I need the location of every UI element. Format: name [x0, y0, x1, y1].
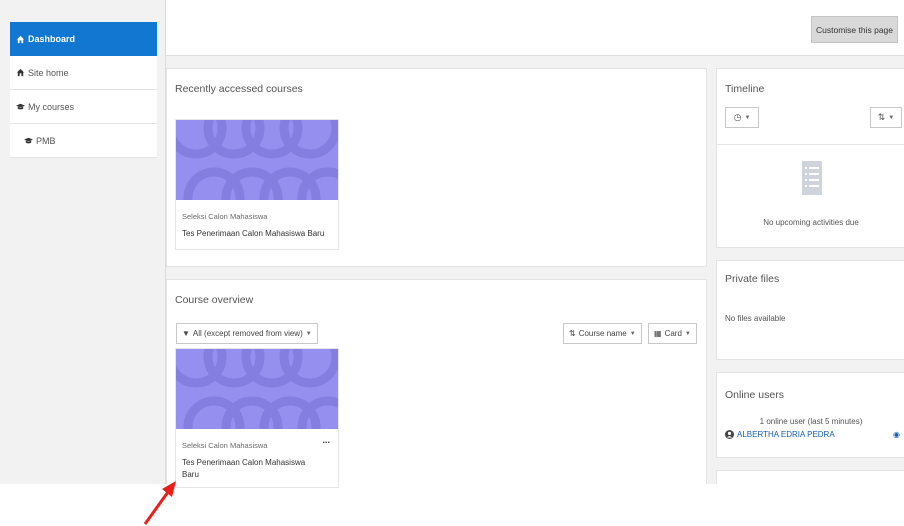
- divider: [717, 144, 904, 145]
- dashboard-page: Dashboard Site home My courses PMB Custo…: [0, 0, 904, 488]
- sort-label: Course name: [578, 329, 627, 338]
- course-card[interactable]: Seleksi Calon Mahasiswa ... Tes Penerima…: [175, 348, 339, 488]
- block-title: Recently accessed courses: [175, 83, 303, 95]
- home-icon: [16, 68, 25, 77]
- filter-dropdown[interactable]: ▼ All (except removed from view) ▼: [176, 323, 318, 344]
- sidebar-nav: Dashboard Site home My courses PMB: [10, 22, 157, 158]
- graduation-cap-icon: [24, 136, 33, 145]
- grid-icon: ▦: [654, 329, 662, 338]
- block-title: Private files: [725, 273, 780, 285]
- timeline-empty-text: No upcoming activities due: [763, 218, 859, 227]
- sort-icon: ⇅: [569, 329, 576, 338]
- chevron-down-icon: ▼: [684, 330, 691, 337]
- sidebar: Dashboard Site home My courses PMB: [10, 0, 166, 484]
- sidebar-item-label: Dashboard: [28, 34, 76, 44]
- online-users-summary: 1 online user (last 5 minutes): [759, 417, 863, 426]
- eye-icon[interactable]: ◉: [893, 430, 900, 439]
- view-label: Card: [664, 329, 682, 338]
- online-user-link[interactable]: ALBERTHA EDRIA PEDRA: [737, 430, 835, 439]
- empty-list-icon: [802, 161, 822, 195]
- filter-icon: ▼: [182, 329, 190, 338]
- next-block: [716, 470, 904, 484]
- view-dropdown[interactable]: ▦ Card ▼: [648, 323, 697, 344]
- customise-page-button[interactable]: Customise this page: [811, 16, 898, 43]
- course-actions-menu[interactable]: ...: [322, 435, 330, 445]
- course-image: [176, 120, 338, 200]
- dashboard-icon: [16, 35, 25, 44]
- filter-label: All (except removed from view): [192, 329, 303, 338]
- course-name-line: Tes Penerimaan Calon Mahasiswa: [182, 458, 306, 467]
- course-category: Seleksi Calon Mahasiswa: [182, 441, 268, 450]
- block-title: Course overview: [175, 294, 254, 306]
- sidebar-item-label: My courses: [28, 101, 75, 112]
- timeline-sort-dropdown[interactable]: ⇅ ▼: [870, 107, 902, 128]
- course-card[interactable]: Seleksi Calon Mahasiswa Tes Penerimaan C…: [175, 119, 339, 250]
- sidebar-item-site-home[interactable]: Site home: [10, 56, 157, 90]
- sort-dropdown[interactable]: ⇅ Course name ▼: [563, 323, 642, 344]
- course-overview-block: Course overview ▼ All (except removed fr…: [166, 279, 707, 488]
- chevron-down-icon: ▼: [888, 114, 895, 121]
- page-header: Customise this page: [166, 0, 904, 56]
- chevron-down-icon: ▼: [744, 114, 751, 121]
- sidebar-item-my-courses[interactable]: My courses: [10, 90, 157, 124]
- sidebar-item-pmb[interactable]: PMB: [10, 124, 157, 158]
- course-image: [176, 349, 338, 429]
- chevron-down-icon: ▼: [305, 330, 312, 337]
- block-title: Online users: [725, 389, 784, 401]
- course-category: Seleksi Calon Mahasiswa: [182, 212, 268, 221]
- private-files-block: Private files No files available: [716, 260, 904, 360]
- sidebar-item-label: Site home: [28, 67, 69, 78]
- private-files-empty-text: No files available: [725, 314, 786, 323]
- avatar-icon: [725, 430, 734, 439]
- timeline-filter-dropdown[interactable]: ◷ ▼: [725, 107, 759, 128]
- sidebar-item-dashboard[interactable]: Dashboard: [10, 22, 157, 56]
- graduation-cap-icon: [16, 102, 25, 111]
- clock-icon: ◷: [733, 112, 742, 122]
- course-name-link[interactable]: Tes Penerimaan Calon Mahasiswa Baru: [182, 228, 324, 240]
- online-user-row: ALBERTHA EDRIA PEDRA: [725, 430, 835, 439]
- timeline-block: Timeline ◷ ▼ ⇅ ▼ No upcoming activities du…: [716, 68, 904, 248]
- screenshot-canvas: Dashboard Site home My courses PMB Custo…: [0, 0, 904, 526]
- online-users-block: Online users 1 online user (last 5 minut…: [716, 372, 904, 458]
- block-title: Timeline: [725, 83, 765, 95]
- sidebar-item-label: PMB: [36, 135, 56, 146]
- course-name-link[interactable]: Tes Penerimaan Calon Mahasiswa Baru: [182, 457, 305, 481]
- annotation-arrow: [143, 481, 176, 525]
- sort-icon: ⇅: [877, 112, 886, 122]
- course-name-line: Baru: [182, 470, 199, 479]
- recent-courses-block: Recently accessed courses Seleksi Calon …: [166, 68, 707, 267]
- chevron-down-icon: ▼: [629, 330, 636, 337]
